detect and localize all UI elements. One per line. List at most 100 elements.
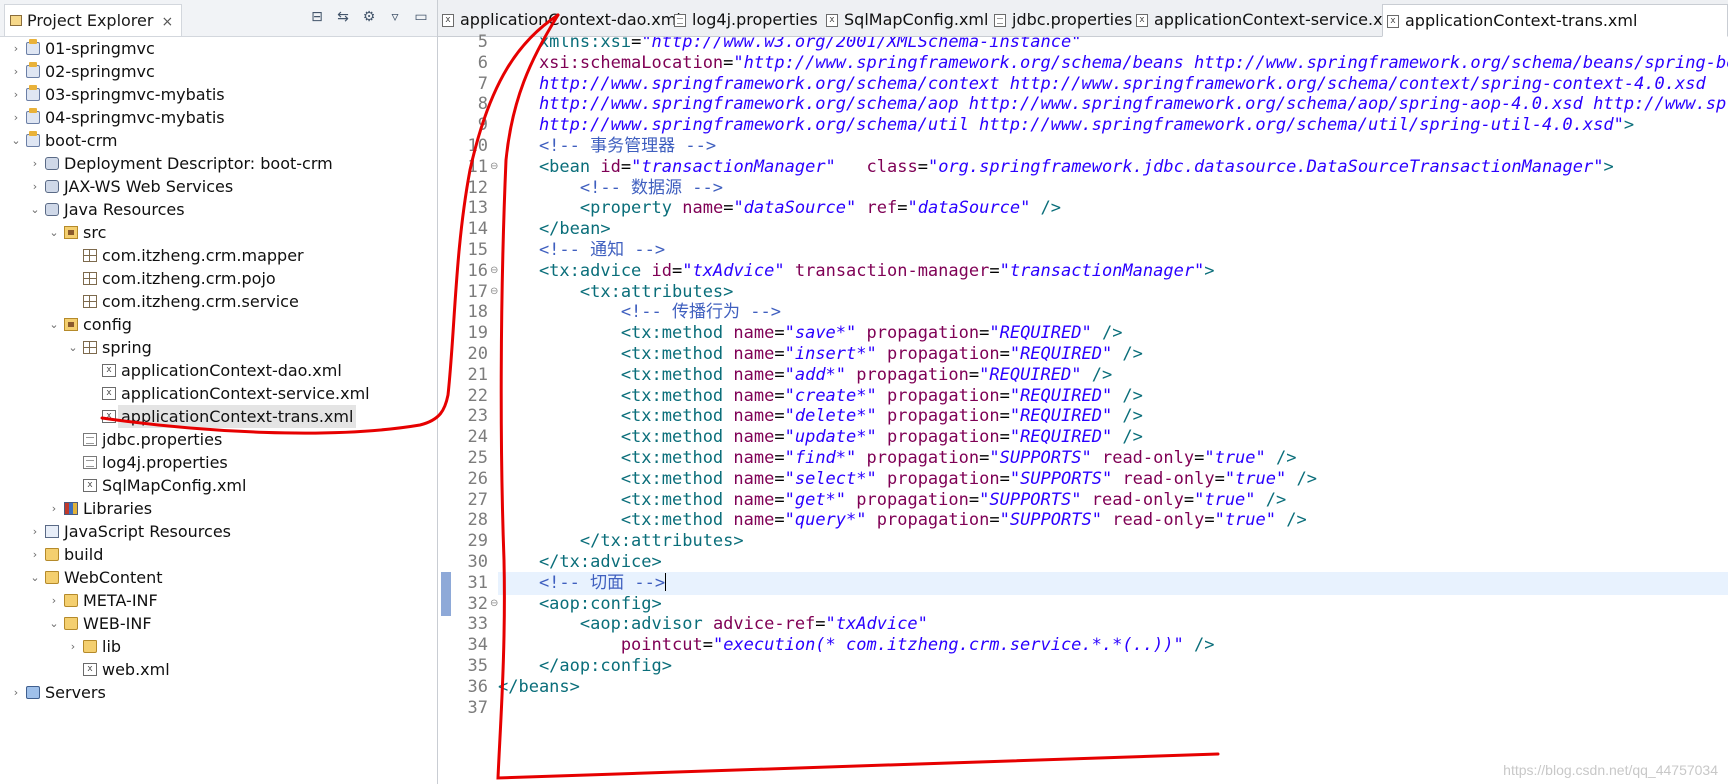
expand-icon[interactable]: › xyxy=(29,520,41,543)
tree-item[interactable]: x applicationContext-trans.xml xyxy=(0,405,437,428)
code-line[interactable]: <!-- 切面 --> xyxy=(498,571,1728,595)
collapse-icon[interactable]: ⌄ xyxy=(10,129,22,152)
expand-icon[interactable]: › xyxy=(67,635,79,658)
expand-icon[interactable]: › xyxy=(10,37,22,60)
code-token: = xyxy=(968,364,980,385)
tree-item[interactable]: › 04-springmvc-mybatis xyxy=(0,106,437,129)
code-line[interactable]: <tx:method name="update*" propagation="R… xyxy=(498,426,1728,449)
tree-item[interactable]: ⌄ config xyxy=(0,313,437,336)
xml-icon: x xyxy=(102,364,116,377)
tree-item[interactable]: ⌄ src xyxy=(0,221,437,244)
expand-icon[interactable]: › xyxy=(48,497,60,520)
code-line[interactable]: <tx:method name="insert*" propagation="R… xyxy=(498,343,1728,366)
expand-icon[interactable]: › xyxy=(10,106,22,129)
collapse-icon[interactable]: ⌄ xyxy=(67,336,79,359)
code-line[interactable]: http://www.springframework.org/schema/ao… xyxy=(498,93,1728,116)
collapse-icon[interactable]: ⌄ xyxy=(29,566,41,589)
collapse-icon[interactable]: ⌄ xyxy=(48,313,60,336)
editor-tab[interactable]: jdbc.properties xyxy=(990,4,1132,37)
tree-item[interactable]: › 03-springmvc-mybatis xyxy=(0,83,437,106)
tree-item[interactable]: jdbc.properties xyxy=(0,428,437,451)
tree-item[interactable]: x applicationContext-dao.xml xyxy=(0,359,437,382)
code-line[interactable]: </beans> xyxy=(498,676,1728,699)
code-line[interactable]: <!-- 传播行为 --> xyxy=(498,301,1728,324)
code-line[interactable]: <tx:method name="create*" propagation="R… xyxy=(498,385,1728,408)
expand-icon[interactable]: › xyxy=(29,152,41,175)
code-line[interactable]: <bean id="transactionManager" class="org… xyxy=(498,156,1728,179)
link-with-editor-icon[interactable]: ⇆ xyxy=(335,9,351,25)
code-line[interactable]: <property name="dataSource" ref="dataSou… xyxy=(498,197,1728,220)
code-line[interactable] xyxy=(498,697,1728,720)
code-line[interactable]: <tx:attributes> xyxy=(498,281,1728,304)
code-line[interactable]: <tx:method name="get*" propagation="SUPP… xyxy=(498,489,1728,512)
expand-icon[interactable]: › xyxy=(48,589,60,612)
code-token: /> xyxy=(1255,489,1287,510)
code-line[interactable]: </tx:advice> xyxy=(498,551,1728,574)
view-menu-icon[interactable]: ▿ xyxy=(387,9,403,25)
collapse-all-icon[interactable]: ⊟ xyxy=(309,9,325,25)
tree-item[interactable]: com.itzheng.crm.service xyxy=(0,290,437,313)
tree-item[interactable]: › 01-springmvc xyxy=(0,37,437,60)
code-token: "query*" xyxy=(784,510,867,531)
tree-item[interactable]: › JAX-WS Web Services xyxy=(0,175,437,198)
tree-item[interactable]: › Deployment Descriptor: boot-crm xyxy=(0,152,437,175)
tree-item[interactable]: › build xyxy=(0,543,437,566)
collapse-icon[interactable]: ⌄ xyxy=(48,221,60,244)
line-number: 33 xyxy=(467,614,488,635)
collapse-icon[interactable]: ⌄ xyxy=(48,612,60,635)
tree-item[interactable]: com.itzheng.crm.mapper xyxy=(0,244,437,267)
editor-tab[interactable]: x applicationContext-service.xml xyxy=(1132,4,1403,37)
tree-item[interactable]: ⌄ boot-crm xyxy=(0,129,437,152)
code-line[interactable]: <tx:method name="add*" propagation="REQU… xyxy=(498,364,1728,387)
tree-item[interactable]: x SqlMapConfig.xml xyxy=(0,474,437,497)
tree-item[interactable]: log4j.properties xyxy=(0,451,437,474)
code-line[interactable]: <tx:method name="find*" propagation="SUP… xyxy=(498,447,1728,470)
code-line[interactable]: http://www.springframework.org/schema/co… xyxy=(498,73,1728,96)
code-area[interactable]: xmlns:xsi="http://www.w3.org/2001/XMLSch… xyxy=(498,37,1728,784)
tree-item[interactable]: › JavaScript Resources xyxy=(0,520,437,543)
code-line[interactable]: <aop:advisor advice-ref="txAdvice" xyxy=(498,613,1728,636)
tree-item[interactable]: com.itzheng.crm.pojo xyxy=(0,267,437,290)
tree-item[interactable]: ⌄ WEB-INF xyxy=(0,612,437,635)
expand-icon[interactable]: › xyxy=(29,543,41,566)
filter-icon[interactable]: ⚙ xyxy=(361,9,377,25)
code-line[interactable]: </aop:config> xyxy=(498,655,1728,678)
collapse-icon[interactable]: ⌄ xyxy=(29,198,41,221)
code-line[interactable]: <!-- 通知 --> xyxy=(498,239,1728,262)
tree-item[interactable]: ⌄ WebContent xyxy=(0,566,437,589)
code-line[interactable]: <tx:method name="query*" propagation="SU… xyxy=(498,509,1728,532)
tree-item[interactable]: › lib xyxy=(0,635,437,658)
editor-tab[interactable]: log4j.properties xyxy=(670,4,818,37)
tree-item[interactable]: › META-INF xyxy=(0,589,437,612)
expand-icon[interactable]: › xyxy=(10,60,22,83)
code-line[interactable]: <tx:method name="select*" propagation="S… xyxy=(498,468,1728,491)
code-line[interactable]: <tx:method name="save*" propagation="REQ… xyxy=(498,322,1728,345)
code-line[interactable]: </tx:attributes> xyxy=(498,530,1728,553)
editor-tab[interactable]: x SqlMapConfig.xml xyxy=(822,4,988,37)
tree-item[interactable]: › 02-springmvc xyxy=(0,60,437,83)
code-line[interactable]: <!-- 数据源 --> xyxy=(498,177,1728,200)
code-line[interactable]: <aop:config> xyxy=(498,593,1728,616)
tree-item[interactable]: › Servers xyxy=(0,681,437,704)
editor-tab[interactable]: x applicationContext-trans.xml xyxy=(1382,4,1728,37)
tree-item[interactable]: › Libraries xyxy=(0,497,437,520)
code-line[interactable]: <tx:advice id="txAdvice" transaction-man… xyxy=(498,260,1728,283)
close-icon[interactable]: × xyxy=(161,14,173,30)
expand-icon[interactable]: › xyxy=(10,681,22,704)
code-line[interactable]: <!-- 事务管理器 --> xyxy=(498,135,1728,158)
tree-item[interactable]: ⌄ spring xyxy=(0,336,437,359)
code-line[interactable]: </bean> xyxy=(498,218,1728,241)
servers-icon xyxy=(26,686,40,699)
code-line[interactable]: xsi:schemaLocation="http://www.springfra… xyxy=(498,52,1728,75)
code-line[interactable]: pointcut="execution(* com.itzheng.crm.se… xyxy=(498,634,1728,657)
code-line[interactable]: http://www.springframework.org/schema/ut… xyxy=(498,114,1728,137)
expand-icon[interactable]: › xyxy=(29,175,41,198)
minimize-icon[interactable]: ▭ xyxy=(413,9,429,25)
tree-item[interactable]: ⌄ Java Resources xyxy=(0,198,437,221)
project-explorer: Project Explorer × ⊟ ⇆ ⚙ ▿ ▭ › 01-springmv… xyxy=(0,0,438,784)
expand-icon[interactable]: › xyxy=(10,83,22,106)
tree-item[interactable]: x applicationContext-service.xml xyxy=(0,382,437,405)
project-explorer-tab[interactable]: Project Explorer × xyxy=(4,4,183,36)
code-line[interactable]: <tx:method name="delete*" propagation="R… xyxy=(498,405,1728,428)
tree-item[interactable]: x web.xml xyxy=(0,658,437,681)
